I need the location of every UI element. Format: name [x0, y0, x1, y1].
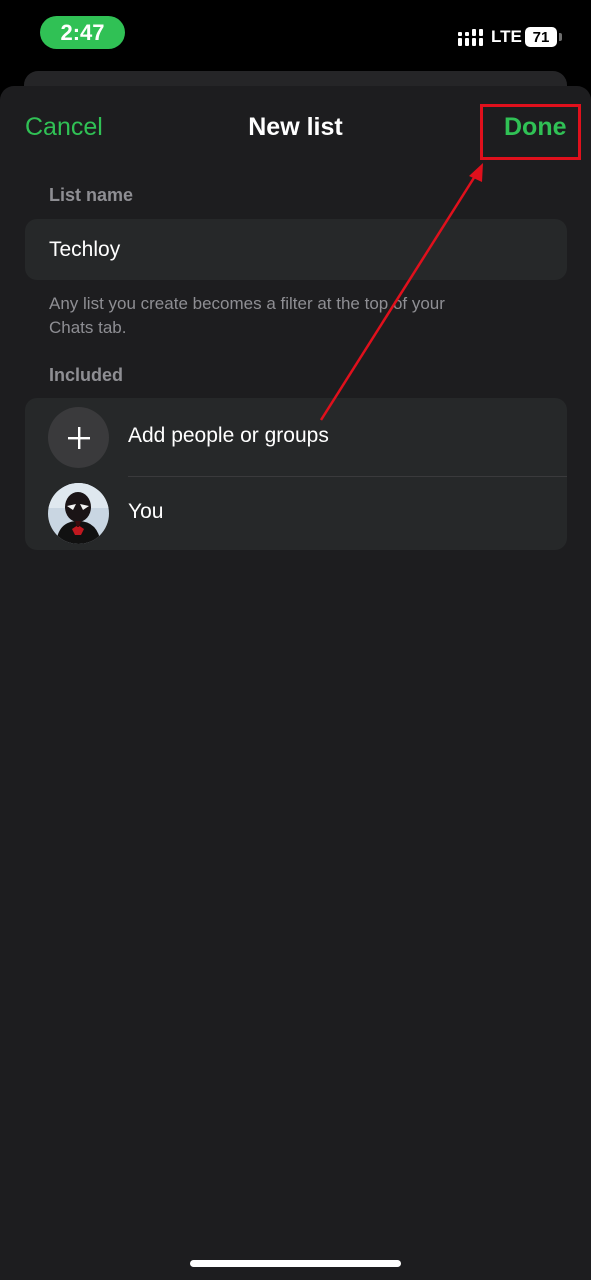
battery-tip: [559, 33, 562, 41]
avatar-image: [48, 483, 109, 544]
status-time: 2:47: [40, 16, 125, 49]
list-name-label: List name: [49, 185, 134, 205]
list-name-input[interactable]: Techloy: [25, 219, 567, 280]
hint-line-1: Any list you create becomes a filter at …: [49, 294, 445, 313]
included-label: Included: [49, 365, 124, 385]
hint-line-2: Chats tab.: [49, 318, 127, 337]
signal-icon: [458, 29, 483, 46]
home-indicator[interactable]: [190, 1260, 401, 1267]
member-name: You: [128, 500, 164, 523]
add-button-circle[interactable]: [48, 407, 109, 468]
done-highlight-box: [480, 104, 581, 160]
cancel-button[interactable]: Cancel: [25, 113, 103, 142]
member-row-you[interactable]: You: [25, 474, 567, 550]
battery-icon: 71: [525, 27, 557, 47]
network-type: LTE: [491, 27, 522, 46]
screen: 2:47 LTE 71 New list Cancel Done List na…: [0, 0, 591, 1280]
add-people-label: Add people or groups: [128, 424, 329, 447]
avatar: [48, 483, 109, 544]
plus-icon: [67, 426, 90, 449]
status-bar: 2:47 LTE 71: [0, 0, 591, 66]
add-people-row[interactable]: Add people or groups: [25, 398, 567, 474]
included-list: Add people or groups You: [25, 398, 567, 550]
list-hint-text: Any list you create becomes a filter at …: [49, 292, 549, 340]
